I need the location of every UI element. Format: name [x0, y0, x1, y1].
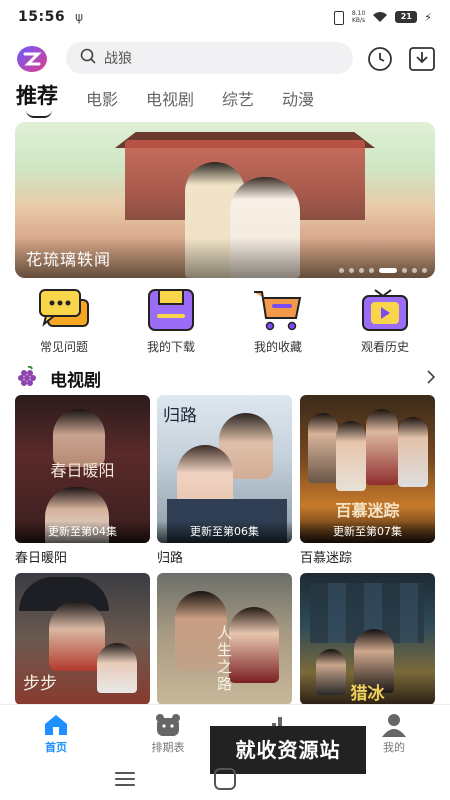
- battery-icon: 21: [395, 11, 418, 23]
- floppy-disk-icon: [145, 288, 197, 332]
- pagination-dot[interactable]: [349, 268, 354, 273]
- search-icon: [80, 48, 96, 68]
- status-right: 8.10 KB/s 21 ⚡: [331, 10, 432, 25]
- show-card[interactable]: 步步: [15, 573, 150, 705]
- chevron-right-icon[interactable]: [426, 368, 436, 389]
- app-logo[interactable]: [16, 44, 48, 74]
- home-square-icon[interactable]: [214, 768, 236, 790]
- user-icon: [380, 713, 408, 737]
- show-poster[interactable]: 步步: [15, 573, 150, 705]
- show-card[interactable]: 人生之路: [157, 573, 292, 705]
- shortcut-history-label: 观看历史: [360, 340, 409, 354]
- shortcut-row: 常见问题 我的下载 我的收藏 观看历史: [0, 288, 450, 356]
- shortcut-faq[interactable]: 常见问题: [19, 288, 109, 355]
- show-title: 百慕迷踪: [300, 551, 353, 566]
- tab-tv-series[interactable]: 电视剧: [146, 86, 194, 116]
- vibrate-icon: [331, 11, 345, 25]
- shortcut-history[interactable]: 观看历史: [340, 288, 430, 355]
- featured-banner[interactable]: 花琉璃轶闻: [15, 122, 435, 278]
- show-card[interactable]: 春日暖阳 更新至第04集 春日暖阳: [15, 395, 150, 566]
- net-speed: 8.10 KB/s: [352, 10, 365, 24]
- nav-schedule-label: 排期表: [151, 741, 185, 754]
- tv-play-icon: [359, 288, 411, 332]
- search-placeholder: 战狼: [104, 51, 132, 67]
- app-header: 战狼: [0, 42, 450, 76]
- show-poster[interactable]: 春日暖阳 更新至第04集: [15, 395, 150, 543]
- episode-badge: 更新至第06集: [157, 521, 292, 543]
- usb-icon: ψ: [75, 10, 83, 24]
- banner-caption: 花琉璃轶闻: [26, 250, 112, 269]
- pagination-dot[interactable]: [412, 268, 417, 273]
- calendar-bear-icon: [154, 713, 182, 737]
- nav-schedule[interactable]: 排期表: [128, 713, 208, 755]
- tab-movies[interactable]: 电影: [86, 86, 118, 116]
- poster-title: 人生之路: [217, 624, 233, 693]
- poster-title: 猎冰: [350, 684, 385, 704]
- grape-icon: [16, 365, 40, 391]
- show-card[interactable]: 百慕迷踪 更新至第07集 百慕迷踪: [300, 395, 435, 566]
- nav-profile-label: 我的: [383, 741, 405, 754]
- chat-bubbles-icon: [38, 288, 90, 332]
- pagination-dot-active[interactable]: [379, 268, 397, 273]
- net-speed-unit: KB/s: [351, 17, 366, 24]
- menu-icon[interactable]: [115, 772, 135, 786]
- episode-badge: 更新至第04集: [15, 521, 150, 543]
- show-title: 归路: [157, 551, 184, 566]
- episode-badge: 更新至第07集: [300, 521, 435, 543]
- section-header-tv: 电视剧: [16, 365, 436, 391]
- shortcut-faq-label: 常见问题: [39, 340, 88, 354]
- pagination-dot[interactable]: [359, 268, 364, 273]
- nav-profile[interactable]: 我的: [354, 713, 434, 755]
- show-title: 春日暖阳: [15, 551, 68, 566]
- poster-title: 步步: [23, 674, 57, 694]
- shortcut-downloads-label: 我的下载: [146, 340, 195, 354]
- show-card[interactable]: 归路 更新至第06集 归路: [157, 395, 292, 566]
- banner-pagination: [339, 268, 427, 273]
- search-bar[interactable]: 战狼: [66, 42, 353, 74]
- shortcut-downloads[interactable]: 我的下载: [126, 288, 216, 355]
- pagination-dot[interactable]: [339, 268, 344, 273]
- home-icon: [42, 713, 70, 737]
- download-icon[interactable]: [408, 45, 436, 73]
- tab-anime[interactable]: 动漫: [282, 86, 314, 116]
- tab-recommended[interactable]: 推荐: [16, 80, 58, 118]
- nav-home[interactable]: 首页: [16, 713, 96, 755]
- nav-home-label: 首页: [45, 741, 67, 754]
- history-clock-icon[interactable]: [367, 46, 393, 72]
- shortcut-favorites-label: 我的收藏: [253, 340, 302, 354]
- category-tabs: 推荐 电影 电视剧 综艺 动漫: [16, 80, 314, 118]
- status-time: 15:56: [18, 9, 66, 25]
- show-poster[interactable]: 猎冰: [300, 573, 435, 705]
- show-poster[interactable]: 归路 更新至第06集: [157, 395, 292, 543]
- tab-variety[interactable]: 综艺: [222, 86, 254, 116]
- system-nav-bar: [0, 762, 450, 800]
- net-speed-value: 8.10: [351, 10, 366, 17]
- wifi-icon: [372, 11, 388, 23]
- show-poster[interactable]: 百慕迷踪 更新至第07集: [300, 395, 435, 543]
- poster-title: 百慕迷踪: [335, 501, 400, 520]
- shopping-cart-icon: [252, 288, 304, 332]
- status-bar: 15:56 ψ 8.10 KB/s 21 ⚡: [0, 0, 450, 34]
- show-poster[interactable]: 人生之路: [157, 573, 292, 705]
- pagination-dot[interactable]: [369, 268, 374, 273]
- poster-title: 春日暖阳: [50, 461, 115, 480]
- charging-icon: ⚡: [424, 10, 432, 24]
- poster-title: 归路: [163, 406, 197, 426]
- shortcut-favorites[interactable]: 我的收藏: [233, 288, 323, 355]
- show-card[interactable]: 猎冰: [300, 573, 435, 705]
- pagination-dot[interactable]: [402, 268, 407, 273]
- pagination-dot[interactable]: [422, 268, 427, 273]
- section-title: 电视剧: [50, 370, 101, 391]
